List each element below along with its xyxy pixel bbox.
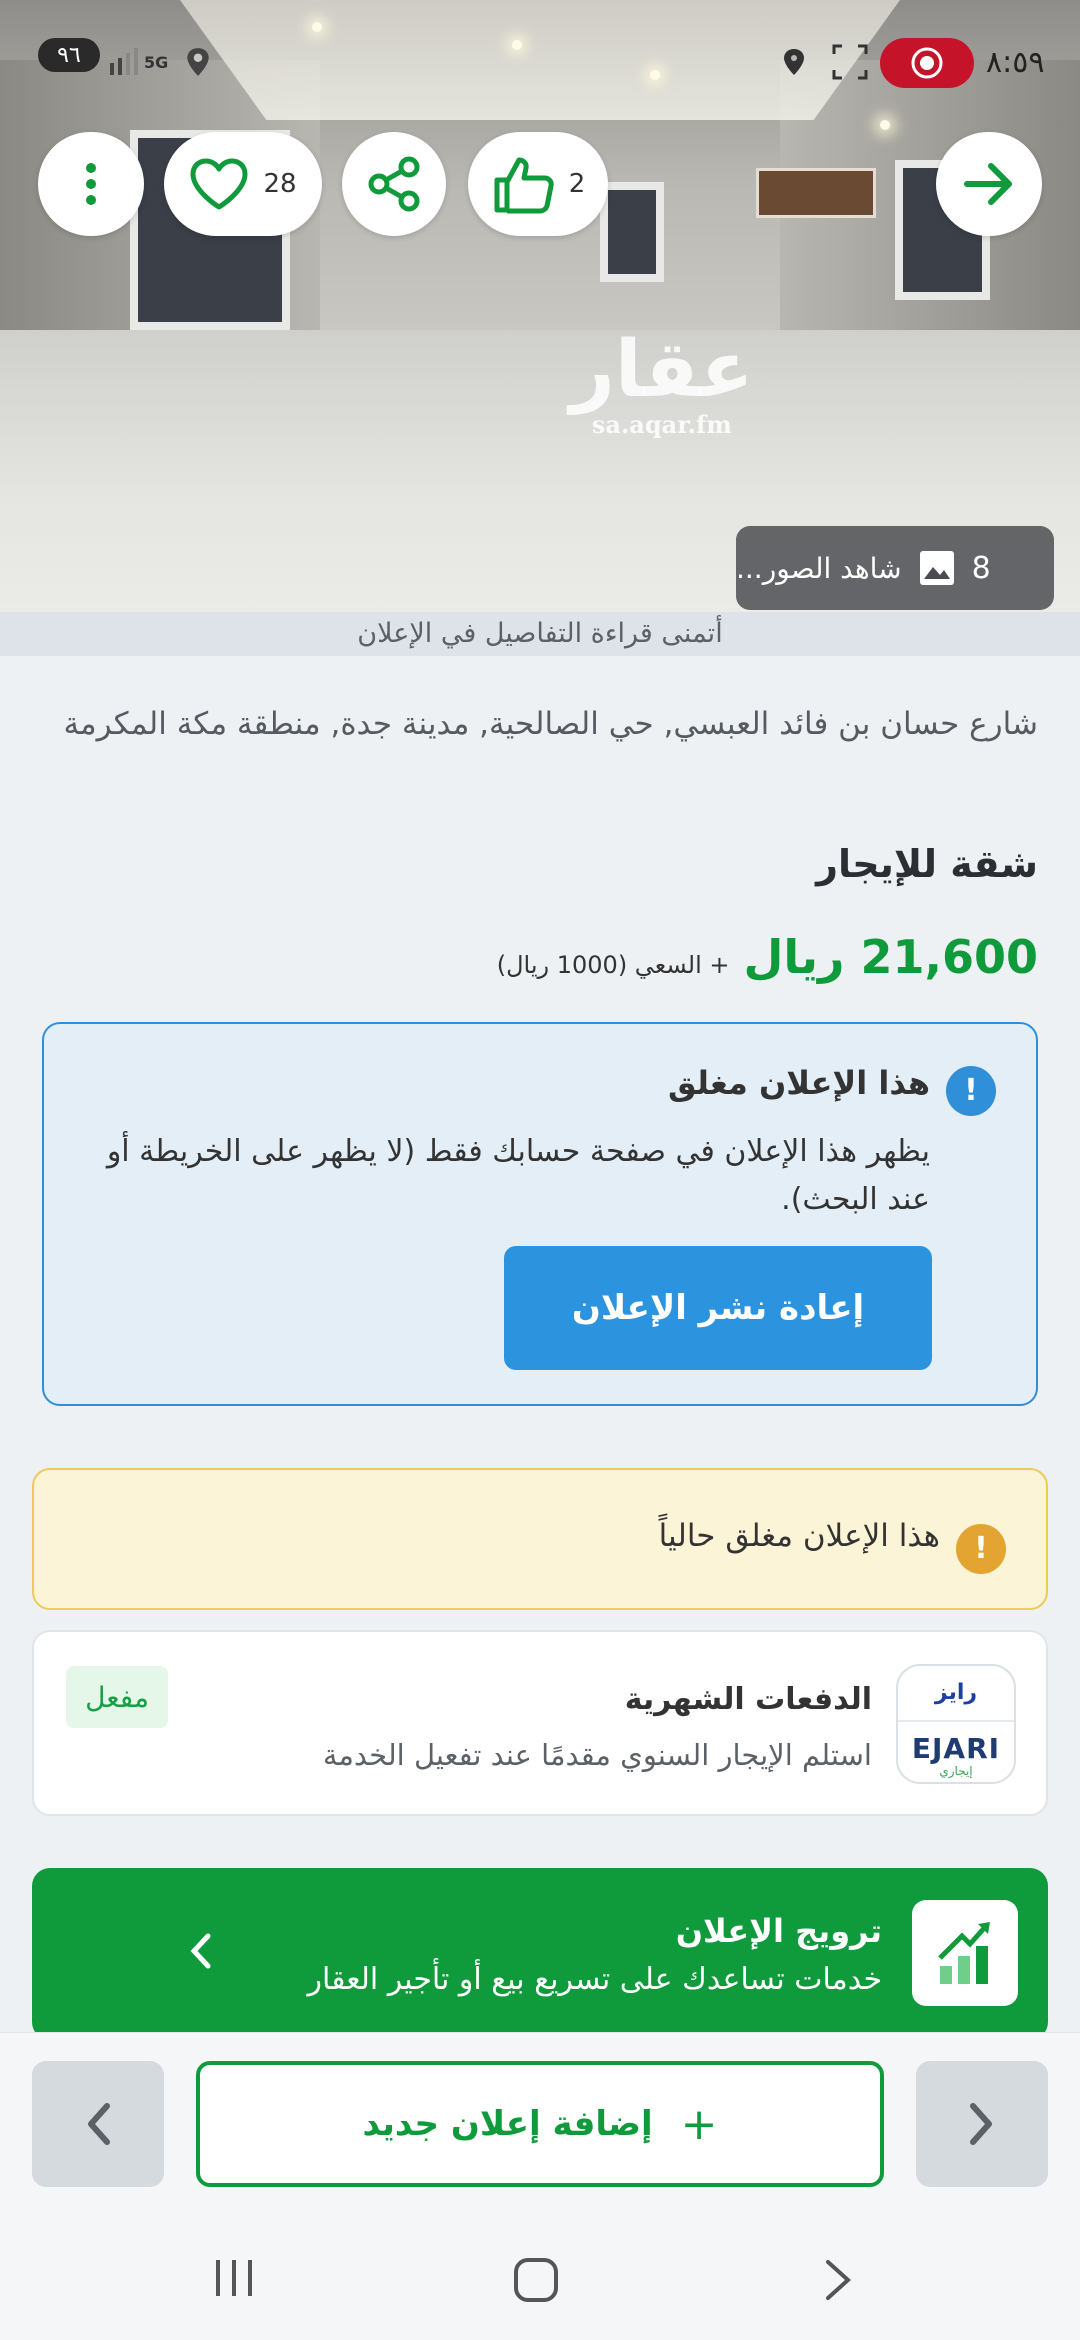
view-photos-button[interactable]: 8 شاهد الصور... (736, 526, 1054, 610)
hero-image[interactable]: عقار sa.aqar.fm (0, 0, 1080, 612)
clock-time: ٨:٥٩ (986, 44, 1045, 80)
status-badge: مفعل (66, 1666, 168, 1728)
room-window (600, 182, 664, 282)
arrow-right-icon (964, 163, 1012, 205)
likes-count: 2 (568, 169, 586, 199)
closed-listing-notice: ! هذا الإعلان مغلق يظهر هذا الإعلان في ص… (42, 1022, 1038, 1406)
more-options-button[interactable] (38, 132, 144, 236)
like-button[interactable]: 2 (468, 132, 608, 236)
signal-indicators: 5G (108, 38, 212, 86)
screenshot-frame-icon (832, 44, 868, 80)
promotion-title: ترويج الإعلان (675, 1912, 882, 1950)
growth-chart-icon (938, 1922, 990, 1984)
battery-indicator: ٩٦ (38, 38, 100, 72)
monthly-payments-description: استلم الإيجار السنوي مقدمًا عند تفعيل ال… (322, 1738, 872, 1772)
chevron-left-icon (88, 2103, 110, 2145)
price-row: 21,600 ريال + السعي (1000 ريال) (497, 930, 1038, 984)
price: 21,600 ريال (743, 930, 1038, 984)
status-icons (780, 38, 870, 86)
next-listing-button[interactable] (916, 2061, 1048, 2187)
watermark: عقار sa.aqar.fm (570, 330, 754, 439)
back-chevron-icon (826, 2260, 851, 2300)
ceiling-light (880, 120, 890, 130)
ceiling-light (512, 40, 522, 50)
chevron-left-icon (188, 1932, 214, 1979)
promote-listing-card[interactable]: ترويج الإعلان خدمات تساعدك على تسريع بيع… (32, 1868, 1048, 2040)
watermark-url: sa.aqar.fm (591, 410, 732, 439)
vertical-dots-icon (86, 163, 96, 205)
bottom-action-bar: + إضافة إعلان جديد (0, 2032, 1080, 2212)
listing-address: شارع حسان بن فائد العبسي, حي الصالحية, م… (63, 706, 1038, 742)
warning-text: هذا الإعلان مغلق حالياً (658, 1518, 940, 1554)
ejari-logo-text: EJARI (911, 1732, 1001, 1765)
back-button[interactable] (936, 132, 1042, 236)
recent-apps-button[interactable] (212, 2256, 256, 2304)
promotion-chart-icon (912, 1900, 1018, 2006)
network-type: 5G (144, 52, 169, 72)
monthly-payments-title: الدفعات الشهرية (624, 1682, 872, 1717)
property-type: شقة للإيجار (816, 842, 1038, 886)
plus-icon: + (680, 2098, 718, 2150)
recent-apps-icon (216, 2260, 252, 2296)
monthly-payments-card[interactable]: رايز EJARI إيجاري الدفعات الشهرية استلم … (32, 1630, 1048, 1816)
home-icon (514, 2258, 558, 2302)
record-icon (911, 47, 943, 79)
republish-button[interactable]: إعادة نشر الإعلان (504, 1246, 932, 1370)
screen-record-indicator[interactable] (880, 38, 974, 88)
info-icon: ! (946, 1066, 996, 1116)
watermark-arabic: عقار (570, 325, 754, 415)
share-button[interactable] (342, 132, 446, 236)
home-button[interactable] (512, 2256, 560, 2308)
closed-notice-title: هذا الإعلان مغلق (668, 1064, 930, 1102)
air-conditioner (756, 168, 876, 218)
view-photos-label: شاهد الصور... (736, 551, 902, 585)
closed-notice-description: يظهر هذا الإعلان في صفحة حسابك فقط (لا ي… (106, 1134, 930, 1217)
ceiling-light (312, 22, 322, 32)
ejari-logo-sub: إيجاري (939, 1764, 973, 1778)
thumbs-up-icon (494, 157, 554, 214)
battery-level: ٩٦ (57, 42, 81, 68)
location-off-icon (784, 49, 804, 75)
photos-count: 8 (971, 550, 991, 586)
ejari-logo-top: رايز (934, 1680, 978, 1705)
location-icon (187, 48, 209, 76)
ejari-logo: رايز EJARI إيجاري (896, 1664, 1016, 1784)
system-navigation-bar (0, 2212, 1080, 2340)
favorite-button[interactable]: 28 (164, 132, 322, 236)
add-listing-label: إضافة إعلان جديد (362, 2104, 653, 2144)
ceiling-light (650, 70, 660, 80)
heart-icon (190, 158, 248, 210)
favorites-count: 28 (263, 169, 297, 199)
share-icon (368, 156, 420, 212)
previous-listing-button[interactable] (32, 2061, 164, 2187)
read-details-hint: أتمنى قراءة التفاصيل في الإعلان (0, 612, 1080, 656)
closed-warning-banner: ! هذا الإعلان مغلق حالياً (32, 1468, 1048, 1610)
image-icon (919, 551, 954, 585)
commission: + السعي (1000 ريال) (496, 951, 730, 979)
ejari-logo-divider (898, 1720, 1014, 1722)
add-new-listing-button[interactable]: + إضافة إعلان جديد (196, 2061, 884, 2187)
warning-icon: ! (956, 1524, 1006, 1574)
promotion-description: خدمات تساعدك على تسريع بيع أو تأجير العق… (307, 1962, 882, 1997)
signal-icon (110, 48, 138, 75)
clock: ٨:٥٩ (986, 38, 1044, 86)
chevron-right-icon (970, 2103, 992, 2145)
system-back-button[interactable] (820, 2256, 856, 2308)
